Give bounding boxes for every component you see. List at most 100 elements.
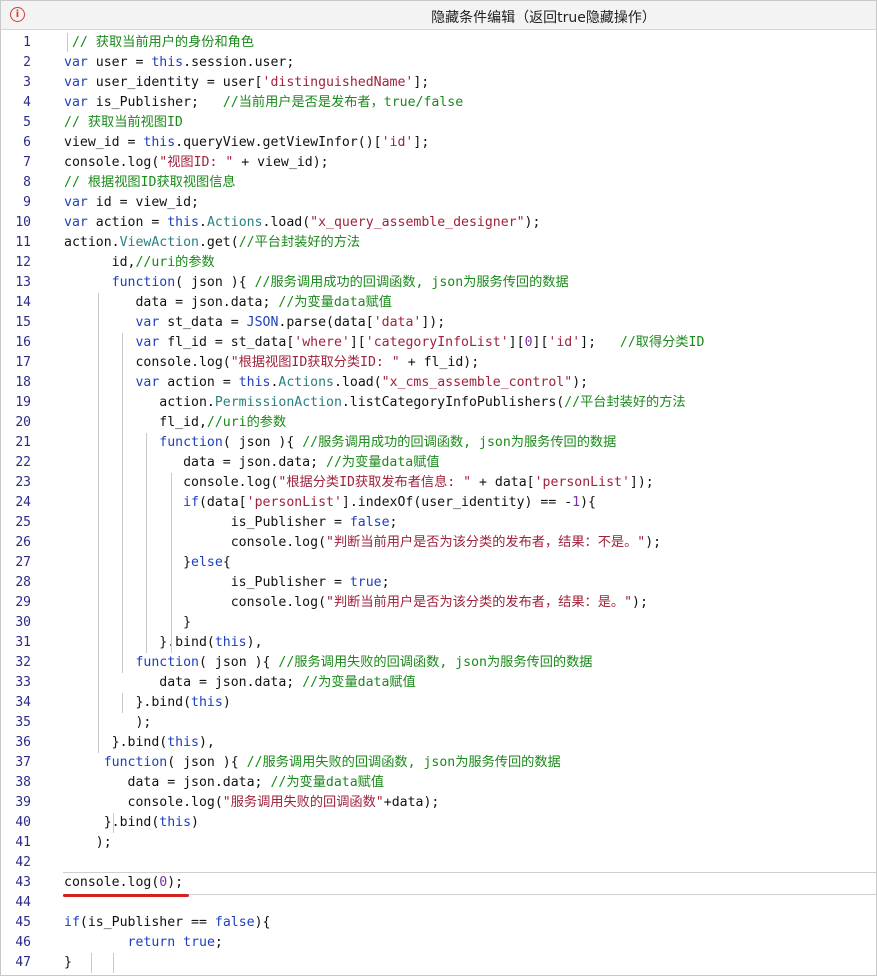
window-title: 隐藏条件编辑（返回true隐藏操作） [431,10,656,26]
code-line[interactable]: }.bind(this), [64,733,215,753]
code-line[interactable]: data = json.data; //为变量data赋值 [64,673,416,693]
indent-guide [171,473,172,653]
line-number: 20 [15,415,31,430]
line-number: 11 [15,235,31,250]
code-editor[interactable]: 1 2 3 4 5 6 7 8 9 10 11 12 13 14 15 16 17 18 19 20 21 22 23 24 2… [1,30,876,975]
line-number: 16 [15,335,31,350]
line-number: 2 [23,55,31,70]
code-line[interactable]: }else{ [64,553,231,573]
line-number: 15 [15,315,31,330]
code-line[interactable]: }.bind(this) [64,693,230,713]
condition-editor-window: i 隐藏条件编辑（返回true隐藏操作） 1 2 3 4 5 6 7 8 9 10 11 12 13 14… [0,0,877,976]
line-number: 42 [15,855,31,870]
indent-guide [113,813,114,833]
code-line[interactable]: ); [64,833,112,853]
code-line[interactable]: var action = this.Actions.load("x_query_… [64,213,540,233]
code-line[interactable]: var is_Publisher; //当前用户是否是发布者，true/fals… [64,93,463,113]
line-number: 24 [15,495,31,510]
code-line[interactable]: console.log("服务调用失败的回调函数"+data); [64,793,440,813]
line-number: 8 [23,175,31,190]
code-line[interactable]: } [64,953,72,973]
code-line[interactable]: if(data['personList'].indexOf(user_ident… [64,493,596,513]
code-line[interactable]: ); [64,713,151,733]
line-number: 3 [23,75,31,90]
line-number: 7 [23,155,31,170]
code-line[interactable]: action.PermissionAction.listCategoryInfo… [64,393,685,413]
line-number: 23 [15,475,31,490]
code-line[interactable]: // 获取当前用户的身份和角色 [64,33,254,53]
code-line[interactable]: }.bind(this), [64,633,262,653]
line-number: 38 [15,775,31,790]
code-line[interactable]: var st_data = JSON.parse(data['data']); [64,313,445,333]
line-number: 19 [15,395,31,410]
current-line-highlight [63,872,876,895]
code-line[interactable]: console.log("判断当前用户是否为该分类的发布者，结果：不是。"); [64,533,661,553]
code-line[interactable]: view_id = this.queryView.getViewInfor()[… [64,133,429,153]
line-number: 26 [15,535,31,550]
code-line[interactable]: function( json ){ //服务调用失败的回调函数, json为服务… [64,753,561,773]
indent-guide [113,953,114,973]
line-number: 1 [23,35,31,50]
code-line[interactable]: console.log("视图ID: " + view_id); [64,153,329,173]
line-number: 46 [15,935,31,950]
title-bar: i 隐藏条件编辑（返回true隐藏操作） [1,1,876,30]
line-number: 22 [15,455,31,470]
line-number: 18 [15,375,31,390]
line-number: 47 [15,955,31,970]
code-line[interactable]: console.log("根据视图ID获取分类ID: " + fl_id); [64,353,479,373]
code-line[interactable]: is_Publisher = false; [64,513,398,533]
code-line[interactable]: console.log("判断当前用户是否为该分类的发布者，结果：是。"); [64,593,648,613]
code-line[interactable]: var user = this.session.user; [64,53,294,73]
code-line[interactable]: var fl_id = st_data['where']['categoryIn… [64,333,704,353]
line-number: 10 [15,215,31,230]
line-number: 32 [15,655,31,670]
line-number: 34 [15,695,31,710]
code-line[interactable]: data = json.data; //为变量data赋值 [64,293,392,313]
code-line[interactable]: id,//uri的参数 [64,253,215,273]
line-number: 9 [23,195,31,210]
line-number: 5 [23,115,31,130]
line-number: 40 [15,815,31,830]
code-line[interactable]: data = json.data; //为变量data赋值 [64,773,385,793]
line-number: 36 [15,735,31,750]
line-number: 35 [15,715,31,730]
line-number: 4 [23,95,31,110]
code-line[interactable]: // 根据视图ID获取视图信息 [64,173,236,193]
code-line[interactable]: action.ViewAction.get(//平台封装好的方法 [64,233,360,253]
code-line[interactable]: data = json.data; //为变量data赋值 [64,453,440,473]
line-number: 44 [15,895,31,910]
line-number: 29 [15,595,31,610]
line-number: 37 [15,755,31,770]
indent-guide [122,693,123,713]
code-line[interactable]: function( json ){ //服务调用失败的回调函数, json为服务… [64,653,592,673]
line-number: 28 [15,575,31,590]
indent-guide [91,953,92,973]
code-line[interactable]: if(is_Publisher == false){ [64,913,270,933]
indent-guide [98,293,99,513]
line-number: 13 [15,275,31,290]
code-line[interactable]: var user_identity = user['distinguishedN… [64,73,429,93]
line-number: 39 [15,795,31,810]
line-number: 33 [15,675,31,690]
code-line[interactable]: // 获取当前视图ID [64,113,183,133]
line-number: 25 [15,515,31,530]
line-number: 6 [23,135,31,150]
line-number: 27 [15,555,31,570]
code-line[interactable]: return true; [64,933,223,953]
line-number: 30 [15,615,31,630]
code-line[interactable]: var action = this.Actions.load("x_cms_as… [64,373,588,393]
line-number: 21 [15,435,31,450]
code-line[interactable]: is_Publisher = true; [64,573,390,593]
indent-guide [98,513,99,753]
line-number: 45 [15,915,31,930]
line-number: 17 [15,355,31,370]
indent-guide [146,433,147,653]
code-line[interactable]: function( json ){ //服务调用成功的回调函数, json为服务… [64,273,569,293]
line-number: 14 [15,295,31,310]
indent-guide [122,333,123,673]
line-number-gutter: 1 2 3 4 5 6 7 8 9 10 11 12 13 14 15 16 17 18 19 20 21 22 23 24 2… [1,30,41,975]
code-line[interactable]: }.bind(this) [64,813,199,833]
code-line[interactable]: var id = view_id; [64,193,199,213]
line-number: 31 [15,635,31,650]
code-line[interactable]: console.log("根据分类ID获取发布者信息: " + data['pe… [64,473,654,493]
